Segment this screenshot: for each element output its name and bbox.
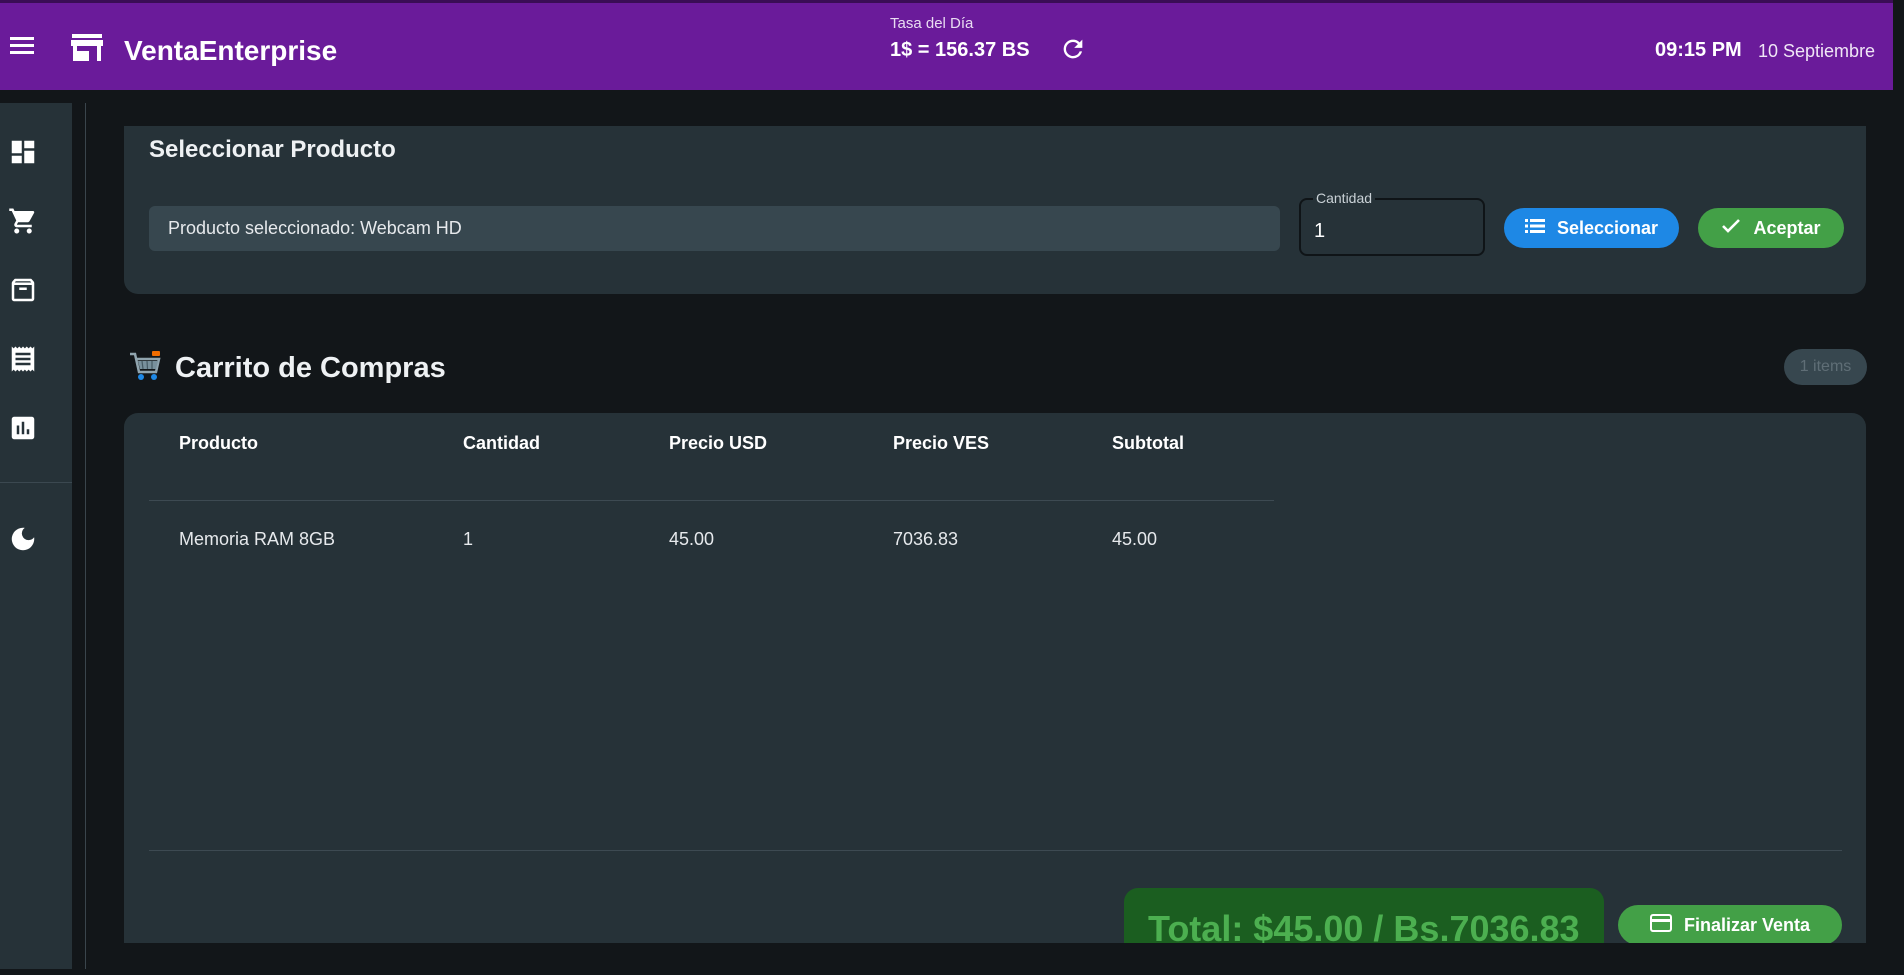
list-icon (1524, 218, 1545, 239)
check-icon (1721, 218, 1741, 239)
quantity-field[interactable]: Cantidad 1 (1299, 190, 1485, 256)
inventory-icon[interactable] (8, 275, 38, 305)
items-count-badge: 1 items (1784, 349, 1867, 385)
column-header-cantidad: Cantidad (463, 433, 541, 453)
table-cell-precio-usd: 45.00 (669, 529, 715, 549)
app-title: VentaEnterprise (124, 35, 338, 66)
sidebar (0, 103, 72, 969)
moon-icon[interactable] (8, 524, 38, 554)
top-app-bar: VentaEnterprise Tasa del Día 1$ = 156.37… (0, 0, 1893, 90)
quantity-value[interactable]: 1 (1314, 220, 1325, 243)
exchange-rate-label: Tasa del Día (890, 15, 974, 32)
clock-time: 09:15 PM (1655, 39, 1742, 61)
accept-button[interactable]: Aceptar (1698, 208, 1844, 248)
table-cell-cantidad: 1 (463, 529, 474, 549)
table-cell-producto: Memoria RAM 8GB (179, 529, 336, 549)
select-button-label: Seleccionar (1556, 217, 1659, 238)
finish-sale-button[interactable]: Finalizar Venta (1618, 905, 1842, 943)
column-header-precio-usd: Precio USD (669, 433, 768, 453)
menu-icon[interactable] (10, 35, 36, 57)
clock-date: 10 Septiembre (1758, 41, 1876, 61)
accept-button-label: Aceptar (1753, 217, 1821, 238)
cart-title: Carrito de Compras (175, 352, 446, 384)
reports-icon[interactable] (8, 413, 38, 443)
sidebar-border (85, 103, 86, 969)
exchange-rate-value: 1$ = 156.37 BS (890, 39, 1030, 61)
column-header-subtotal: Subtotal (1112, 433, 1184, 453)
cart-icon[interactable] (8, 206, 38, 236)
quantity-label: Cantidad (1313, 190, 1376, 206)
shopping-cart-icon (128, 350, 162, 387)
cart-footer-divider (149, 850, 1842, 851)
select-product-title: Seleccionar Producto (149, 136, 396, 163)
table-header-divider (149, 500, 1274, 501)
cart-panel: Producto Cantidad Precio USD Precio VES … (124, 413, 1866, 943)
total-box: Total: $45.00 / Bs.7036.83 (1124, 888, 1604, 943)
column-header-producto: Producto (179, 433, 258, 453)
select-product-panel: Seleccionar Producto Producto selecciona… (124, 126, 1866, 294)
total-amount: Total: $45.00 / Bs.7036.83 (1148, 908, 1580, 943)
credit-card-icon (1649, 913, 1672, 937)
store-icon (70, 33, 104, 68)
finish-sale-label: Finalizar Venta (1683, 914, 1811, 935)
selected-product-field[interactable]: Producto seleccionado: Webcam HD (149, 206, 1280, 251)
column-header-precio-ves: Precio VES (893, 433, 990, 453)
dashboard-icon[interactable] (8, 137, 38, 167)
refresh-icon[interactable] (1059, 35, 1087, 63)
sidebar-divider (0, 482, 72, 483)
table-cell-subtotal: 45.00 (1112, 529, 1158, 549)
receipt-icon[interactable] (8, 344, 38, 374)
table-cell-precio-ves: 7036.83 (893, 529, 959, 549)
select-button[interactable]: Seleccionar (1504, 208, 1679, 248)
